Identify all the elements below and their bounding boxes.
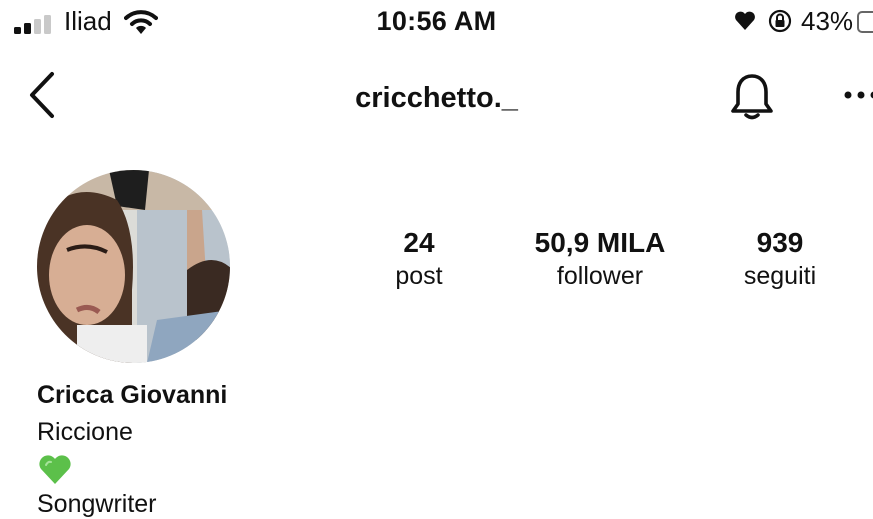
heart-icon: [734, 10, 756, 32]
stat-posts-label: post: [372, 260, 466, 292]
more-icon[interactable]: [840, 90, 873, 100]
profile-name: Cricca Giovanni: [37, 381, 227, 410]
stat-posts[interactable]: 24 post: [372, 226, 466, 292]
profile-bio: Songwriter: [37, 490, 157, 519]
stat-following-value: 939: [722, 226, 838, 260]
stat-following[interactable]: 939 seguiti: [722, 226, 838, 292]
stat-posts-value: 24: [372, 226, 466, 260]
stat-followers[interactable]: 50,9 MILA follower: [510, 226, 690, 292]
rotation-lock-icon: [768, 8, 792, 34]
stat-followers-value: 50,9 MILA: [510, 226, 690, 260]
profile-location: Riccione: [37, 418, 133, 447]
battery-percentage: 43%: [801, 6, 853, 37]
battery-icon: [857, 11, 873, 33]
avatar[interactable]: [37, 170, 230, 363]
stat-followers-label: follower: [510, 260, 690, 292]
stat-following-label: seguiti: [722, 260, 838, 292]
avatar-photo: [37, 170, 230, 363]
green-heart-icon: [38, 454, 72, 486]
bell-icon[interactable]: [728, 70, 776, 122]
